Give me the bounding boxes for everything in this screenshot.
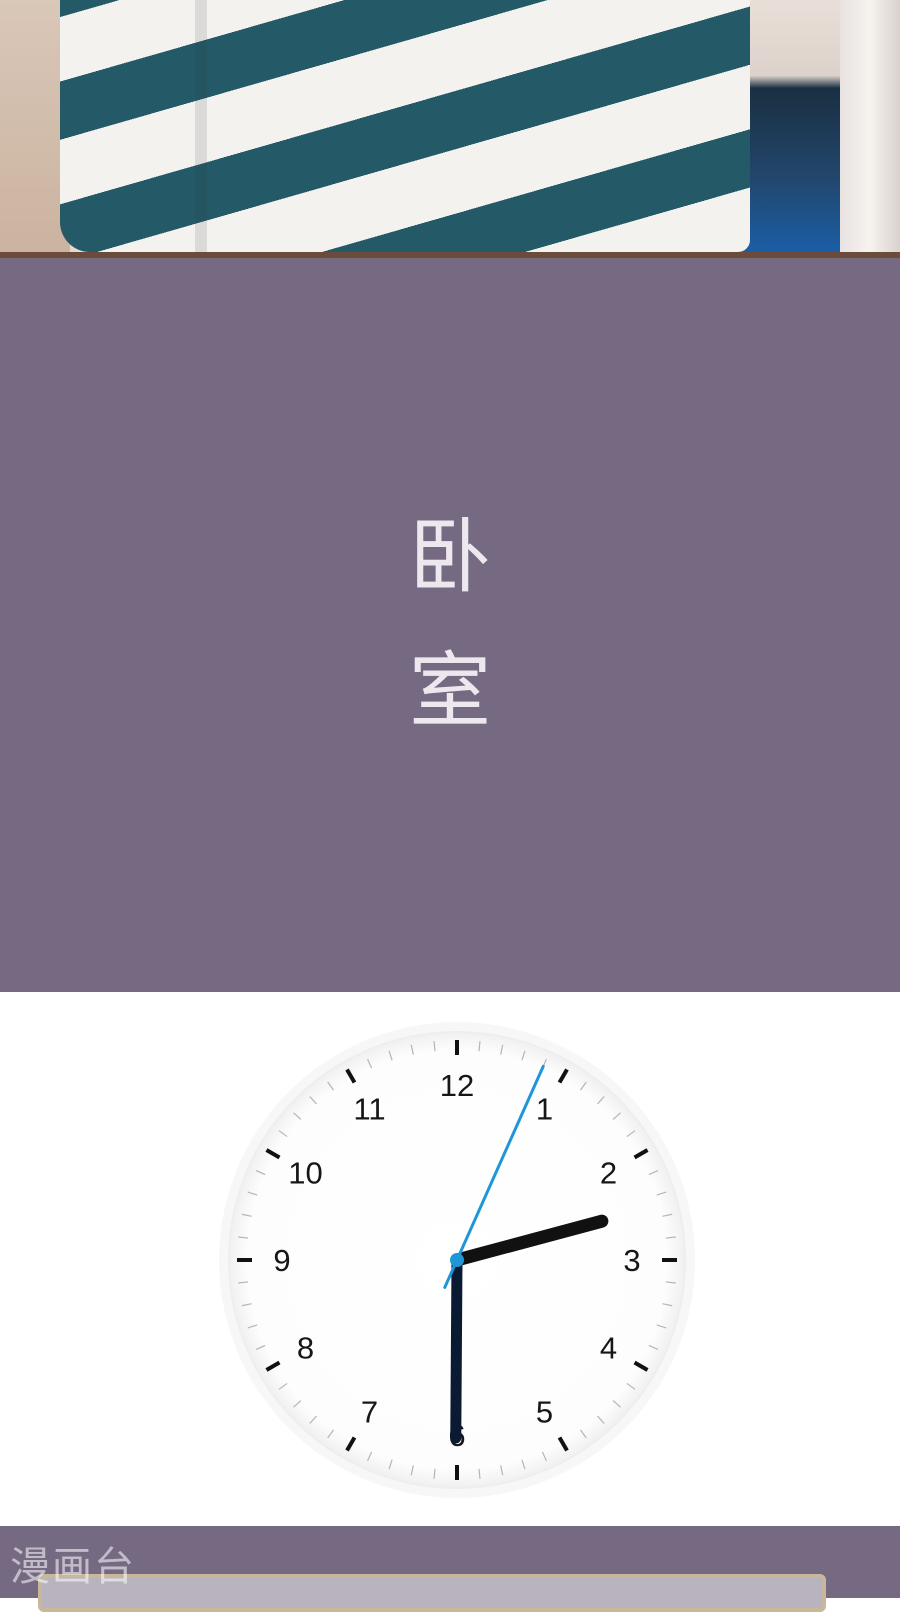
scene-title: 卧 室 (0, 258, 900, 992)
chair-post (840, 0, 900, 252)
clock-number-5: 5 (536, 1395, 553, 1430)
watermark-logo: 漫画台 (10, 1544, 136, 1590)
scene-title-char-2: 室 (408, 644, 491, 739)
sweater-arm-shadow (195, 0, 207, 252)
clock-number-12: 12 (440, 1068, 474, 1103)
clock-number-11: 11 (353, 1091, 385, 1126)
clock-number-3: 3 (623, 1243, 640, 1278)
next-panel-card (38, 1574, 826, 1612)
clock-number-2: 2 (600, 1156, 617, 1191)
scene-title-char-1: 卧 (408, 510, 491, 605)
wall-clock: 12 1 2 3 4 5 6 7 8 9 10 11 (219, 1022, 695, 1498)
clock-number-10: 10 (288, 1156, 322, 1191)
striped-sweater (60, 0, 750, 252)
clock-number-9: 9 (273, 1243, 290, 1278)
clock-number-4: 4 (600, 1331, 617, 1366)
photo-panel (0, 0, 900, 254)
clock-number-8: 8 (297, 1331, 314, 1366)
minute-hand (450, 1254, 463, 1444)
clock-hub (450, 1253, 464, 1267)
clock-panel: 12 1 2 3 4 5 6 7 8 9 10 11 (0, 992, 900, 1526)
clock-number-7: 7 (361, 1395, 378, 1430)
clock-number-1: 1 (536, 1091, 553, 1126)
title-panel: 卧 室 (0, 258, 900, 992)
